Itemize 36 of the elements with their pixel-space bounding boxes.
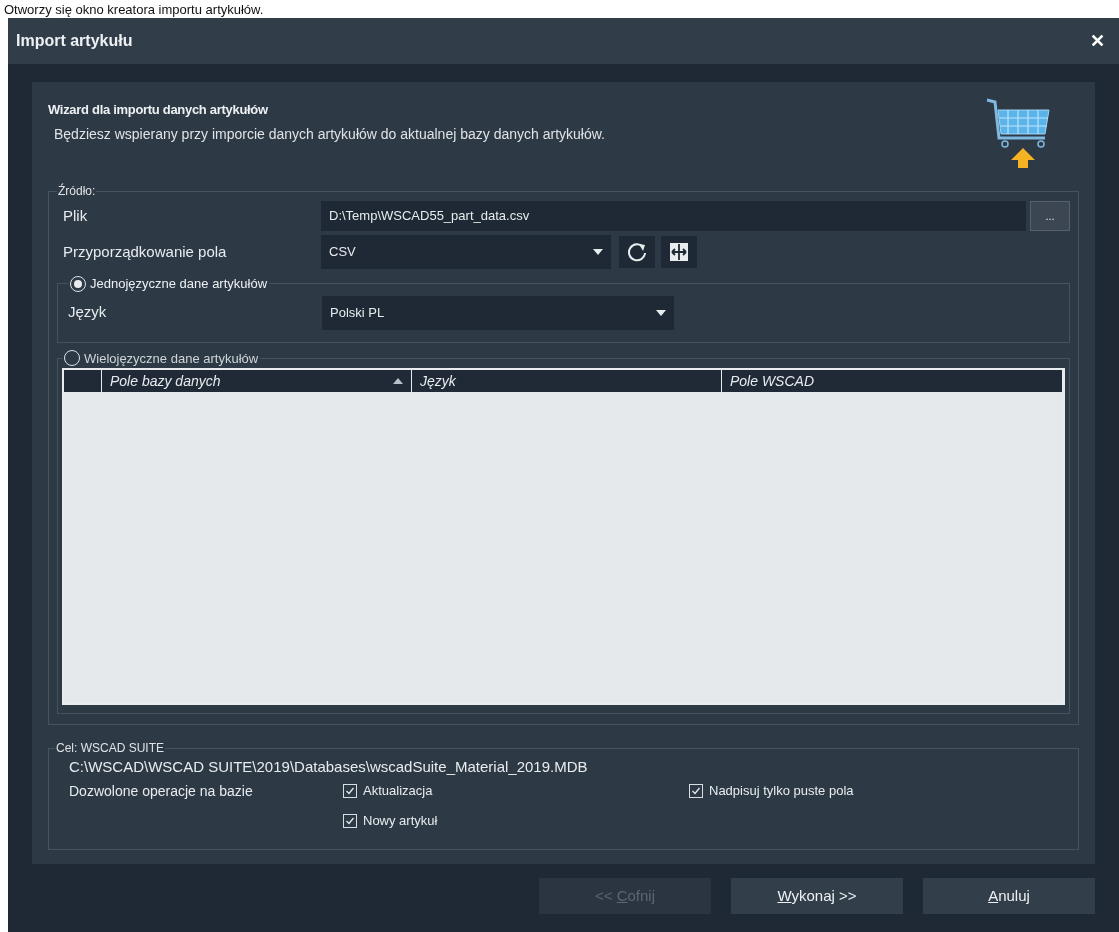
language-dropdown[interactable]: Polski PL (322, 295, 674, 330)
field-label: Dozwolone operacje na bazie (69, 782, 254, 801)
group-legend: Cel: WSCAD SUITE (55, 739, 165, 757)
map-fields-button[interactable] (661, 236, 697, 268)
field-label: Język (68, 302, 108, 323)
checkbox-label[interactable]: Nowy artykuł (363, 811, 438, 831)
dialog-button[interactable]: Anuluj (923, 878, 1095, 914)
refresh-button[interactable] (619, 236, 655, 268)
checkbox-label[interactable]: Aktualizacja (363, 781, 433, 801)
window-title: Import artykułu (16, 31, 133, 51)
field-label: Przyporządkowanie pola (63, 241, 228, 262)
radio-label[interactable]: Wielojęzyczne dane artykułów (84, 348, 259, 368)
dropdown-caret-icon (656, 309, 666, 316)
close-button[interactable]: ✕ (1084, 27, 1111, 55)
file-path-field[interactable]: D:\Temp\WSCAD55_part_data.csv (321, 201, 1026, 231)
caption-text: Otworzy się okno kreatora importu artykułów. (4, 2, 264, 18)
field-mapping-dropdown[interactable]: CSV (321, 235, 611, 269)
column-header[interactable]: Język (412, 370, 722, 392)
group-legend: Źródło: (57, 182, 97, 200)
refresh-icon (626, 241, 648, 263)
dropdown-caret-icon (593, 249, 603, 255)
checkbox[interactable] (343, 784, 357, 798)
field-label: Plik (63, 205, 89, 226)
checkbox[interactable] (343, 814, 357, 828)
wizard-description: Będziesz wspierany przy imporcie danych artykułów do aktualnej bazy danych artykułów. (53, 125, 606, 143)
column-header[interactable]: Pole WSCAD (722, 370, 1063, 392)
wizard-title: Wizard dla importu danych artykułów (48, 101, 269, 119)
checkbox-label[interactable]: Nadpisuj tylko puste pola (709, 781, 854, 801)
column-header[interactable]: Pole bazy danych (102, 370, 412, 392)
dialog-button[interactable]: Wykonaj >> (731, 878, 903, 914)
fit-width-icon (669, 242, 689, 262)
sort-ascending-icon (393, 378, 403, 384)
checkbox[interactable] (689, 784, 703, 798)
browse-button[interactable]: ... (1030, 201, 1070, 231)
radio-label[interactable]: Jednojęzyczne dane artykułów (90, 274, 268, 294)
database-path: C:\WSCAD\WSCAD SUITE\2019\Databases\wscadSuite_Material_2019.MDB (69, 757, 589, 777)
